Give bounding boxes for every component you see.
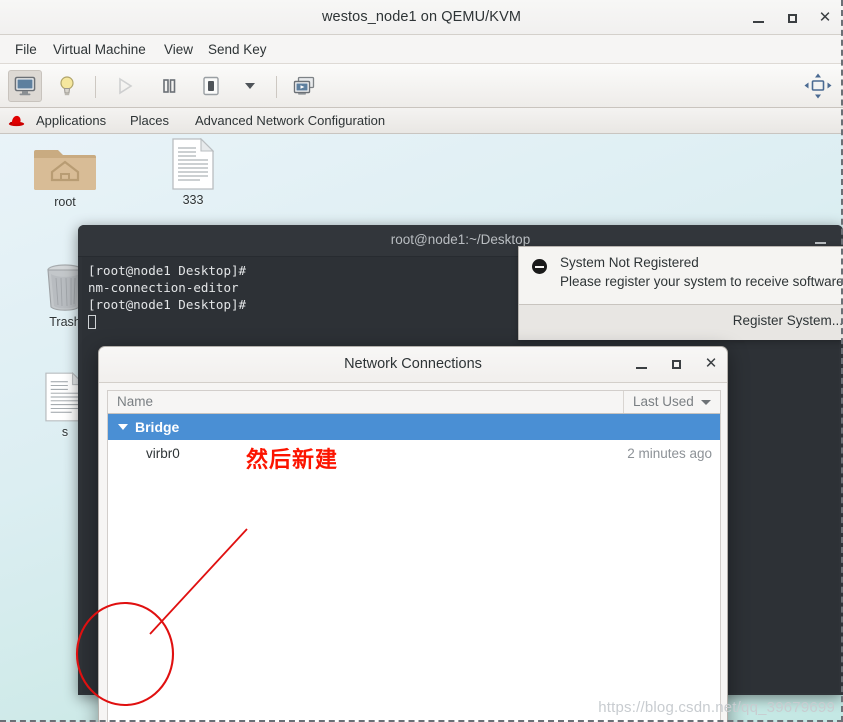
system-not-registered-notification: System Not Registered Please register yo… — [518, 246, 843, 340]
connection-group-label: Bridge — [135, 419, 180, 435]
terminal-cursor — [88, 315, 96, 329]
connection-name: virbr0 — [146, 445, 180, 461]
connection-group-row[interactable]: Bridge — [108, 414, 720, 440]
console-view-icon[interactable] — [8, 70, 42, 102]
shutdown-icon[interactable] — [194, 70, 228, 102]
fullscreen-icon[interactable] — [801, 70, 835, 102]
minus-circle-icon — [532, 259, 547, 274]
guest-desktop: Applications Places Advanced Network Con… — [0, 108, 843, 722]
network-connections-dialog: Network Connections ✕ Name Last Used Bri… — [98, 346, 728, 722]
toolbar-separator — [95, 76, 96, 98]
menu-view[interactable]: View — [155, 35, 202, 64]
terminal-title: root@node1:~/Desktop — [390, 232, 531, 247]
column-header-last-used[interactable]: Last Used — [624, 391, 720, 413]
desktop-icon-333[interactable]: 333 — [145, 138, 241, 207]
dialog-maximize-button[interactable] — [667, 355, 685, 373]
menu-file[interactable]: File — [6, 35, 46, 64]
details-view-icon[interactable] — [50, 70, 84, 102]
notification-title: System Not Registered — [560, 255, 699, 270]
pause-icon[interactable] — [152, 70, 186, 102]
menu-virtual-machine[interactable]: Virtual Machine — [44, 35, 155, 64]
window-titlebar: westos_node1 on QEMU/KVM ✕ — [0, 0, 843, 35]
sort-descending-icon[interactable] — [701, 400, 711, 405]
desktop-icon-label: root — [54, 195, 76, 209]
watermark: https://blog.csdn.net/qq_39679699 — [598, 699, 835, 716]
window-maximize-button[interactable] — [783, 9, 801, 27]
virt-manager-window: westos_node1 on QEMU/KVM ✕ File Virtual … — [0, 0, 843, 722]
toolbar — [0, 64, 843, 108]
dialog-titlebar: Network Connections ✕ — [99, 347, 727, 383]
register-system-button[interactable]: Register System... — [733, 313, 843, 328]
dialog-minimize-button[interactable] — [632, 355, 650, 373]
home-folder-icon — [17, 140, 113, 192]
panel-item-places[interactable]: Places — [123, 108, 176, 134]
list-column-headers: Name Last Used — [107, 390, 721, 414]
window-minimize-button[interactable] — [749, 9, 767, 27]
notification-actions: Register System... — [519, 304, 843, 340]
gnome-panel: Applications Places Advanced Network Con… — [0, 108, 843, 134]
annotation-note-text: 然后新建 — [246, 448, 339, 473]
text-document-icon — [145, 138, 241, 190]
chevron-down-icon[interactable] — [118, 424, 128, 430]
menu-bar: File Virtual Machine View Send Key — [0, 35, 843, 64]
desktop-icon-label: 333 — [182, 193, 204, 207]
panel-item-window-title[interactable]: Advanced Network Configuration — [188, 108, 392, 134]
toolbar-separator-2 — [276, 76, 277, 98]
dialog-close-button[interactable]: ✕ — [702, 355, 720, 373]
window-close-button[interactable]: ✕ — [816, 9, 834, 27]
connection-last-used: 2 minutes ago — [627, 445, 712, 461]
notification-message: Please register your system to receive s… — [560, 274, 843, 289]
connections-list[interactable]: Bridge virbr0 2 minutes ago — [107, 414, 721, 722]
connections-list-container: Name Last Used Bridge virbr0 2 minutes a… — [107, 390, 721, 722]
notification-body: System Not Registered Please register yo… — [519, 247, 843, 304]
column-header-name[interactable]: Name — [108, 391, 624, 413]
menu-send-key[interactable]: Send Key — [199, 35, 276, 64]
run-icon — [108, 70, 142, 102]
shutdown-dropdown-icon[interactable] — [233, 70, 267, 102]
connection-row[interactable]: virbr0 2 minutes ago — [108, 440, 720, 466]
panel-item-applications[interactable]: Applications — [29, 108, 113, 134]
snapshots-icon[interactable] — [287, 70, 321, 102]
window-title: westos_node1 on QEMU/KVM — [321, 9, 522, 25]
desktop-icon-root[interactable]: root — [17, 140, 113, 209]
redhat-logo-icon — [8, 115, 25, 127]
column-header-last-used-label: Last Used — [633, 394, 694, 409]
